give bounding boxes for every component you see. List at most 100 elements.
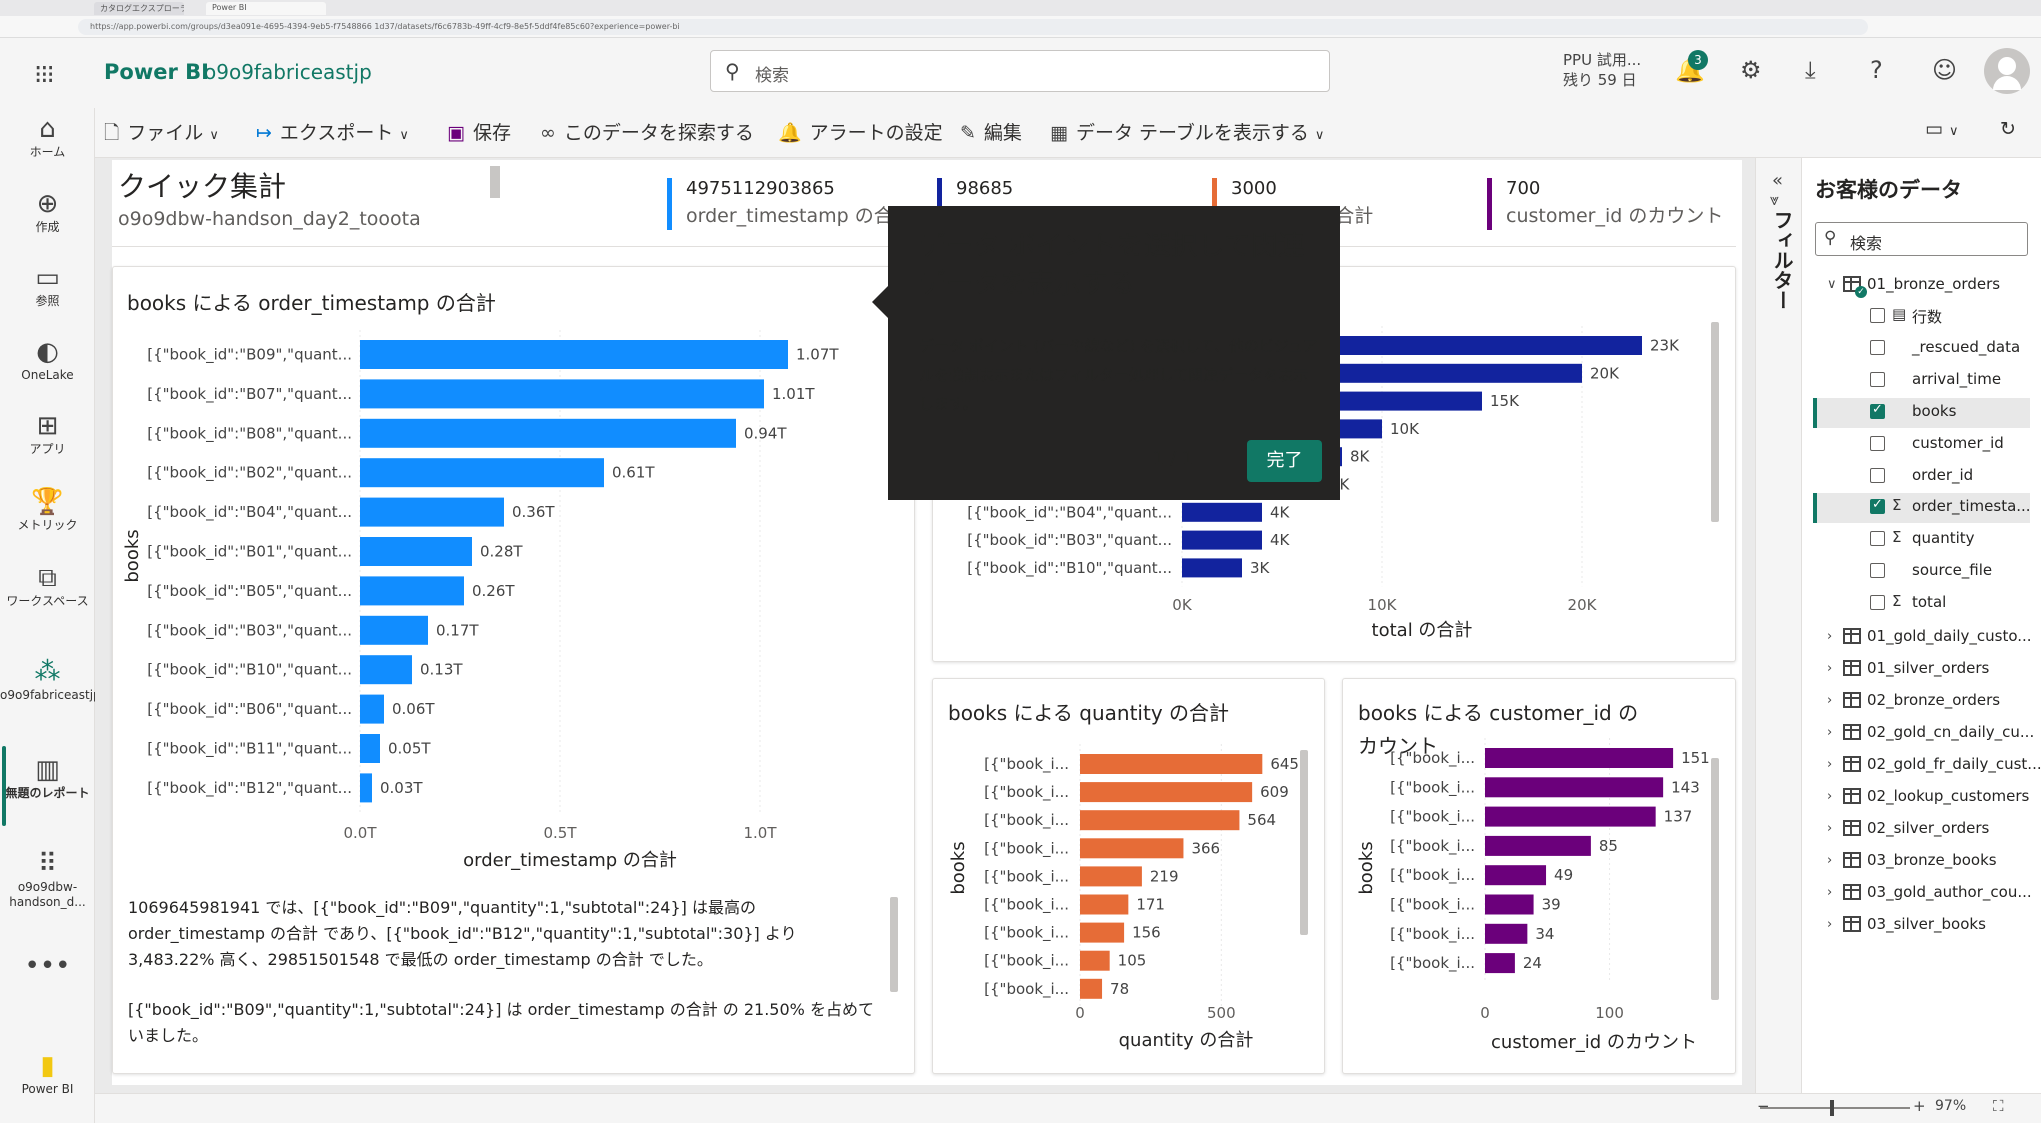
bar[interactable]	[1485, 923, 1528, 944]
bar[interactable]	[1182, 530, 1262, 550]
field-row[interactable]: Σtotal	[1815, 589, 2030, 619]
bar[interactable]	[1080, 754, 1263, 774]
bar[interactable]	[1485, 806, 1656, 827]
bar[interactable]	[1485, 748, 1674, 768]
chart-scrollbar[interactable]	[1300, 750, 1308, 935]
field-row[interactable]: source_file	[1815, 557, 2030, 587]
table-node[interactable]: › 02_lookup_customers	[1815, 784, 2030, 814]
field-row[interactable]: ▤ 行数	[1815, 302, 2030, 332]
nav-item-6[interactable]: ⧉ ワークスペース	[0, 562, 95, 609]
bar[interactable]	[1182, 502, 1262, 522]
nav-item-7[interactable]: ⁂ o9o9fabriceastjp	[0, 656, 101, 703]
field-row[interactable]: Σorder_timesta...	[1813, 493, 2031, 524]
global-search-input[interactable]: ⚲ 検索	[710, 50, 1330, 92]
field-checkbox[interactable]	[1870, 308, 1885, 323]
workspace-name[interactable]: o9o9fabriceastjp	[204, 60, 372, 84]
bar[interactable]	[1485, 835, 1591, 856]
chart-scrollbar[interactable]	[1711, 758, 1719, 1000]
app-launcher-icon[interactable]: ⁝⁝⁝	[34, 60, 55, 90]
nav-item-4[interactable]: ⊞ アプリ	[0, 410, 95, 457]
bar-chart-quantity[interactable]: 0 500 645 [{"book_i... 609 [{"book_i... 564 [{"…	[932, 678, 1325, 1074]
save-button[interactable]: ▣ 保存	[447, 118, 511, 145]
table-node[interactable]: › 01_gold_daily_custo...	[1815, 624, 2032, 654]
view-toggle-button[interactable]: ▭ ∨	[1925, 118, 1959, 140]
narrative-scrollbar[interactable]	[890, 897, 898, 992]
table-node[interactable]: › 03_bronze_books	[1815, 848, 2030, 878]
set-alert-button[interactable]: 🔔 アラートの設定	[778, 118, 943, 145]
field-row[interactable]: arrival_time	[1815, 366, 2030, 396]
explore-data-button[interactable]: ∞ このデータを探索する	[540, 118, 754, 145]
field-row[interactable]: customer_id	[1815, 430, 2030, 460]
nav-item-10[interactable]: •••	[0, 950, 95, 982]
bar[interactable]	[1080, 894, 1129, 915]
filters-label[interactable]: フィルター	[1768, 210, 1797, 310]
bar[interactable]	[1080, 978, 1103, 999]
zoom-in-icon[interactable]: +	[1913, 1097, 1926, 1115]
data-pane-search-input[interactable]: ⚲ 検索	[1815, 222, 2028, 256]
bar[interactable]	[360, 655, 412, 685]
trial-status[interactable]: PPU 試用... 残り 59 日	[1563, 50, 1641, 90]
bar[interactable]	[360, 773, 372, 803]
field-checkbox[interactable]	[1870, 402, 1885, 419]
table-node[interactable]: › 02_gold_cn_daily_cu...	[1815, 720, 2034, 750]
table-node[interactable]: › 02_bronze_orders	[1815, 688, 2030, 718]
field-row[interactable]: books	[1813, 397, 2030, 428]
bar[interactable]	[360, 458, 604, 488]
browser-tab-catalog[interactable]: カタログエクスプローラ - o9o9dbw - hc	[94, 2, 184, 15]
chart-scrollbar[interactable]	[1711, 322, 1719, 522]
bar[interactable]	[1080, 866, 1142, 887]
field-checkbox[interactable]	[1870, 339, 1885, 355]
bar[interactable]	[1485, 894, 1534, 915]
field-checkbox[interactable]	[1870, 467, 1885, 483]
download-icon[interactable]: ⤓	[1805, 56, 1816, 84]
edit-button[interactable]: ✎ 編集	[960, 118, 1022, 145]
bar[interactable]	[360, 615, 428, 645]
bar[interactable]	[360, 537, 472, 566]
bar[interactable]	[360, 734, 380, 763]
nav-item-1[interactable]: ⊕ 作成	[0, 188, 95, 235]
nav-item-9[interactable]: ⠿ o9o9dbw-handson_d...	[0, 848, 95, 910]
nav-item-5[interactable]: 🏆 メトリック	[0, 486, 95, 533]
zoom-slider-thumb[interactable]	[1830, 1100, 1834, 1116]
bar[interactable]	[1485, 777, 1664, 798]
field-checkbox[interactable]	[1870, 435, 1885, 451]
avatar[interactable]	[1984, 48, 2030, 94]
field-checkbox[interactable]	[1870, 595, 1885, 611]
table-node[interactable]: › 03_gold_author_cou...	[1815, 880, 2032, 910]
bar[interactable]	[1182, 558, 1242, 578]
field-checkbox[interactable]	[1870, 563, 1885, 579]
refresh-icon[interactable]: ↻	[2000, 118, 2016, 140]
field-row[interactable]: _rescued_data	[1815, 334, 2030, 364]
bar[interactable]	[360, 497, 504, 527]
bar[interactable]	[1485, 865, 1547, 886]
table-node-open[interactable]: ∨ ✓ 01_bronze_orders	[1815, 272, 2030, 302]
field-checkbox[interactable]	[1870, 531, 1885, 547]
bar[interactable]	[360, 379, 764, 409]
field-row[interactable]: order_id	[1815, 462, 2030, 492]
browser-tab-powerbi[interactable]: Power BI	[206, 2, 326, 15]
bar-chart-order-timestamp[interactable]: 0.0T 0.5T 1.0T 1.07T [{"book_id":"B09","quan…	[112, 266, 915, 886]
settings-icon[interactable]: ⚙	[1740, 56, 1762, 84]
field-row[interactable]: Σquantity	[1815, 525, 2030, 555]
feedback-icon[interactable]: ☺	[1932, 56, 1957, 84]
bar[interactable]	[360, 576, 464, 606]
bar[interactable]	[360, 418, 736, 448]
kpi-card[interactable]: 4975112903865 order_timestamp の合計	[667, 178, 912, 230]
table-node[interactable]: › 03_silver_books	[1815, 912, 2030, 942]
zoom-slider[interactable]	[1760, 1107, 1910, 1109]
nav-item-8[interactable]: ▥ 無題のレポート	[0, 754, 95, 801]
field-checkbox[interactable]	[1870, 497, 1885, 515]
export-menu-button[interactable]: ↦ エクスポート ∨	[256, 118, 409, 145]
nav-item-0[interactable]: ⌂ ホーム	[0, 113, 95, 160]
bar[interactable]	[360, 340, 788, 369]
table-node[interactable]: › 02_gold_fr_daily_cust...	[1815, 752, 2041, 782]
tooltip-done-button[interactable]: 完了	[1247, 440, 1322, 482]
help-icon[interactable]: ?	[1870, 56, 1883, 84]
bar[interactable]	[1485, 953, 1515, 974]
file-menu-button[interactable]: 🗋 ファイル ∨	[104, 118, 219, 151]
kpi-card[interactable]: 700 customer_id のカウント	[1487, 178, 1723, 230]
bar-chart-customer[interactable]: 0 100 151 [{"book_i... 143 [{"book_i... 137 [{"…	[1342, 678, 1736, 1074]
bar[interactable]	[360, 694, 384, 724]
bar[interactable]	[1080, 950, 1110, 971]
table-node[interactable]: › 02_silver_orders	[1815, 816, 2030, 846]
